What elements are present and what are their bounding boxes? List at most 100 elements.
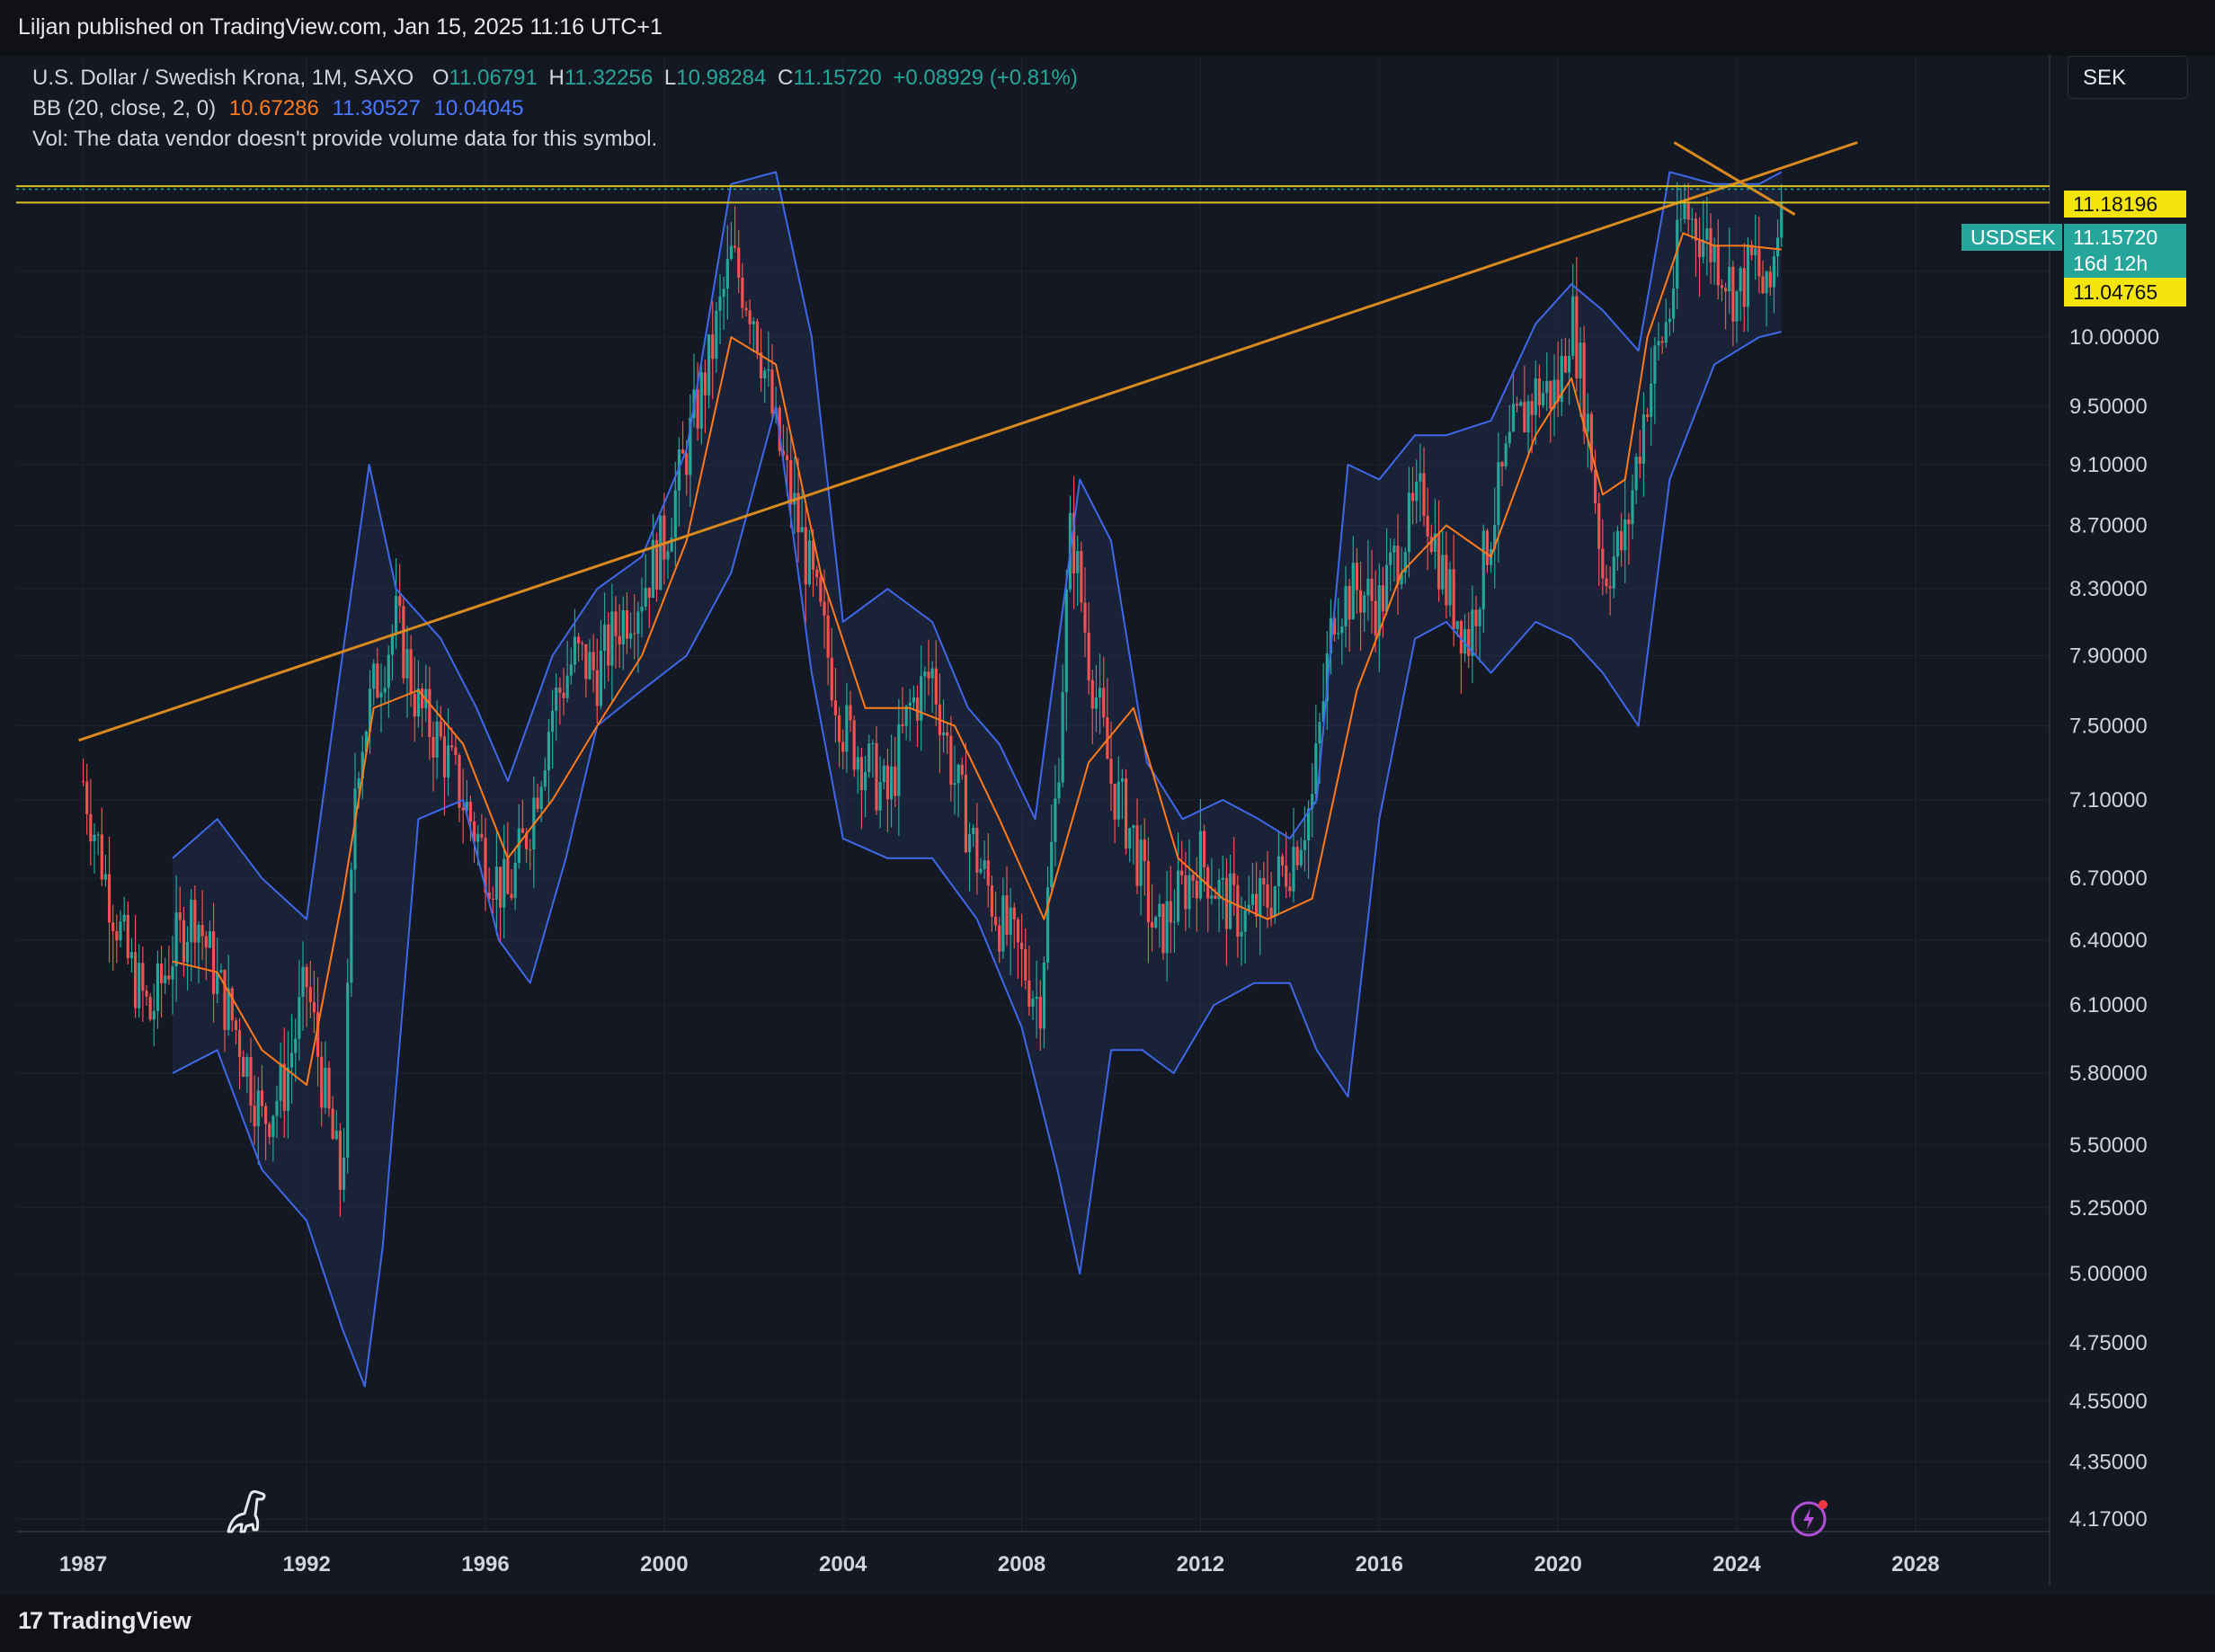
- candle-body: [1485, 530, 1490, 565]
- candle-body: [1057, 782, 1061, 799]
- candle-body: [863, 772, 867, 791]
- candle-body: [312, 1002, 316, 1013]
- y-tick-label: 7.10000: [2069, 788, 2148, 813]
- candle-body: [1061, 692, 1064, 783]
- candle-body: [1240, 931, 1243, 937]
- price-chart[interactable]: 4.17000 4.35000 4.55000 4.75000 5.00000 5.250…: [16, 56, 2215, 1594]
- candle-body: [949, 735, 953, 786]
- candle-body: [1172, 921, 1177, 923]
- candle-body: [253, 1106, 256, 1127]
- candle-body: [103, 874, 108, 880]
- legend-close: 11.15720: [793, 66, 882, 90]
- candle-body: [1176, 870, 1180, 922]
- candle-body: [1389, 552, 1392, 565]
- candle-body: [1634, 457, 1638, 491]
- candle-body: [435, 721, 439, 758]
- currency-button[interactable]: SEK: [2068, 56, 2188, 99]
- candle-body: [1497, 462, 1500, 526]
- candle-body: [1158, 903, 1161, 917]
- candle-body: [320, 1056, 324, 1108]
- y-tick-label: 9.50000: [2069, 395, 2148, 419]
- candle-body: [849, 705, 852, 721]
- candle-body: [96, 834, 100, 836]
- candle-body: [1593, 470, 1597, 503]
- candle-body: [159, 964, 164, 984]
- candle-body: [1384, 564, 1389, 612]
- candle-body: [614, 611, 618, 636]
- candle-body: [245, 1057, 249, 1077]
- candle-body: [1765, 271, 1768, 294]
- candle-body: [610, 611, 614, 666]
- publish-bar: Liljan published on TradingView.com, Jan…: [0, 0, 2215, 56]
- candle-body: [1668, 318, 1672, 323]
- lightning-alert-icon[interactable]: [1789, 1496, 1832, 1539]
- candle-body: [633, 633, 636, 635]
- candle-body: [1723, 288, 1728, 292]
- candle-body: [659, 515, 663, 591]
- candle-body: [1243, 910, 1247, 932]
- candle-body: [878, 781, 882, 811]
- candle-body: [145, 990, 148, 997]
- candle-body: [983, 860, 986, 869]
- candle-body: [1757, 248, 1761, 277]
- candle-body: [547, 732, 551, 771]
- candle-body: [119, 921, 122, 941]
- candle-body: [1012, 907, 1016, 919]
- candle-body: [789, 459, 793, 505]
- candle-body: [1381, 585, 1385, 612]
- candle-body: [733, 245, 737, 248]
- candle-body: [1422, 473, 1426, 516]
- candle-body: [350, 869, 353, 983]
- candle-body: [1116, 781, 1120, 820]
- candle-body: [1355, 563, 1359, 591]
- candle-body: [1523, 402, 1526, 433]
- candle-body: [1686, 203, 1690, 220]
- candle-body: [1161, 903, 1165, 954]
- candle-body: [446, 745, 450, 778]
- tradingview-logo[interactable]: 17 TradingView: [18, 1607, 191, 1635]
- candle-body: [1650, 383, 1653, 417]
- chart-legend: U.S. Dollar / Swedish Krona, 1M, SAXO O1…: [32, 63, 1078, 155]
- candle-body: [741, 277, 744, 308]
- candle-body: [703, 372, 707, 395]
- candle-body: [211, 931, 216, 994]
- candle-body: [182, 919, 186, 963]
- legend-vol-row: Vol: The data vendor doesn't provide vol…: [32, 124, 1078, 155]
- x-tick-label: 2004: [819, 1552, 867, 1577]
- candle-body: [249, 1057, 253, 1106]
- dinosaur-icon[interactable]: [223, 1488, 273, 1537]
- candle-body: [1445, 555, 1448, 606]
- y-tick-label: 5.00000: [2069, 1262, 2148, 1286]
- candle-body: [618, 635, 621, 644]
- candle-body: [1664, 322, 1668, 343]
- candle-body: [967, 833, 972, 853]
- candle-body: [555, 687, 558, 711]
- candle-body: [450, 745, 454, 748]
- upper-line-price-tag: 11.18196: [2064, 191, 2186, 218]
- candle-body: [673, 490, 677, 538]
- candle-body: [755, 321, 760, 353]
- ticker-tag: USDSEK: [1961, 224, 2062, 251]
- candle-body: [1090, 679, 1094, 709]
- candle-body: [912, 697, 916, 703]
- candle-body: [1224, 877, 1229, 929]
- candle-body: [1340, 626, 1344, 634]
- candle-body: [193, 900, 197, 943]
- candle-body: [927, 671, 930, 679]
- candle-body: [1746, 244, 1750, 307]
- candle-body: [1731, 266, 1735, 322]
- candle-body: [1657, 341, 1660, 346]
- chart-area[interactable]: 4.17000 4.35000 4.55000 4.75000 5.00000 5.250…: [16, 56, 2215, 1594]
- candle-body: [681, 449, 685, 454]
- legend-h-label: H: [548, 66, 565, 90]
- candle-body: [930, 668, 934, 679]
- candle-body: [1537, 378, 1542, 406]
- candle-body: [1653, 345, 1657, 384]
- candle-body: [1195, 880, 1198, 899]
- candle-body: [588, 652, 592, 679]
- candle-body: [1250, 893, 1255, 905]
- candle-body: [960, 764, 964, 775]
- candle-body: [543, 770, 547, 787]
- candle-body: [722, 289, 725, 298]
- candle-body: [1530, 401, 1534, 415]
